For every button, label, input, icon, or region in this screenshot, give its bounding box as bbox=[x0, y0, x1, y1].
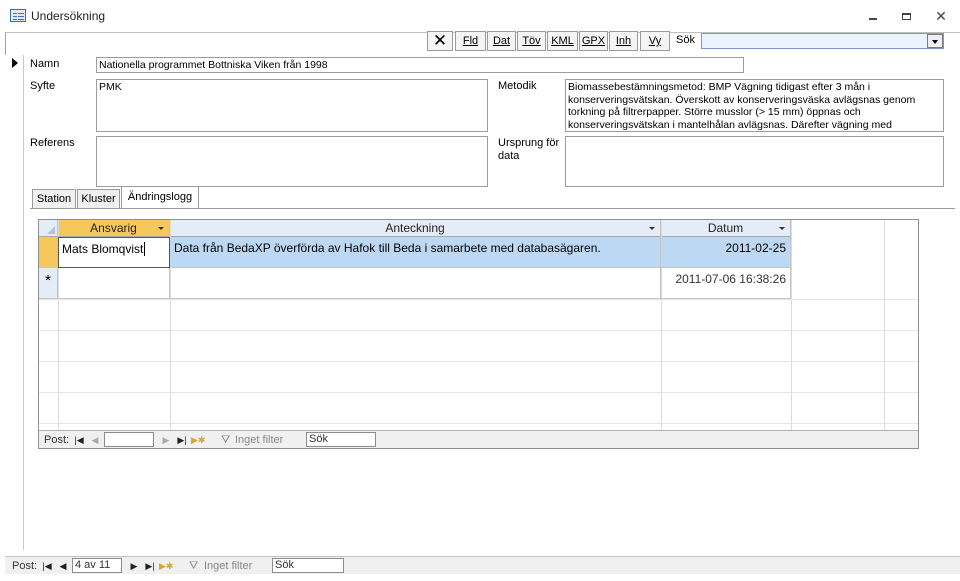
filter-status[interactable]: Inget filter bbox=[204, 560, 252, 572]
ursprung-field[interactable] bbox=[565, 136, 944, 187]
form-icon bbox=[10, 9, 26, 22]
last-record-button[interactable]: ▶| bbox=[144, 559, 156, 573]
anteckning-cell[interactable] bbox=[170, 268, 661, 299]
tab-station[interactable]: Station bbox=[32, 189, 76, 209]
tab-andringslogg[interactable]: Ändringslogg bbox=[121, 186, 199, 209]
namn-label: Namn bbox=[30, 58, 60, 70]
metodik-field[interactable]: Biomassebestämningsmetod: BMP Vägning ti… bbox=[565, 79, 944, 132]
restore-button[interactable] bbox=[893, 6, 919, 26]
filter-status[interactable]: Inget filter bbox=[235, 434, 283, 446]
tab-divider bbox=[30, 208, 955, 209]
close-form-button[interactable]: ✕ bbox=[427, 31, 453, 51]
fld-button[interactable]: Fld bbox=[455, 31, 486, 51]
post-label: Post: bbox=[44, 434, 70, 446]
ansvarig-cell[interactable]: Mats Blomqvist bbox=[58, 237, 170, 268]
inh-button[interactable]: Inh bbox=[609, 31, 638, 51]
search-combo-input[interactable] bbox=[701, 33, 944, 49]
next-record-button[interactable]: ▶ bbox=[160, 433, 172, 447]
tov-button[interactable]: Töv bbox=[517, 31, 546, 51]
title-bar bbox=[0, 0, 960, 32]
record-number-input[interactable] bbox=[104, 432, 154, 447]
anteckning-cell[interactable]: Data från BedaXP överförda av Hafok till… bbox=[170, 237, 661, 268]
previous-record-button[interactable]: ◀ bbox=[89, 433, 101, 447]
syfte-label: Syfte bbox=[30, 80, 56, 92]
chevron-down-icon[interactable] bbox=[158, 227, 164, 230]
last-record-button[interactable]: ▶| bbox=[176, 433, 188, 447]
combo-dropdown-button[interactable] bbox=[927, 34, 943, 48]
corner-triangle-icon bbox=[47, 226, 55, 234]
new-record-marker[interactable]: * bbox=[39, 268, 58, 299]
column-header-anteckning[interactable]: Anteckning bbox=[170, 220, 661, 237]
new-record-icon[interactable]: ▶✱ bbox=[191, 433, 205, 447]
chevron-down-icon[interactable] bbox=[649, 227, 655, 230]
column-header-label: Ansvarig bbox=[90, 221, 137, 235]
previous-record-button[interactable]: ◀ bbox=[57, 559, 69, 573]
tab-kluster[interactable]: Kluster bbox=[77, 189, 120, 209]
window-close-button[interactable]: ✕ bbox=[928, 6, 954, 26]
select-all-corner[interactable] bbox=[39, 220, 58, 237]
chevron-down-icon[interactable] bbox=[779, 227, 785, 230]
main-search-input[interactable]: Sök bbox=[272, 558, 344, 573]
kml-button[interactable]: KML bbox=[547, 31, 578, 51]
column-header-datum[interactable]: Datum bbox=[661, 220, 791, 237]
record-selector[interactable] bbox=[5, 55, 24, 550]
datum-cell[interactable]: 2011-02-25 bbox=[661, 237, 791, 268]
new-record-row[interactable]: * 2011-07-06 16:38:26 bbox=[39, 268, 791, 299]
gpx-button[interactable]: GPX bbox=[579, 31, 608, 51]
filter-icon: ⛛ bbox=[189, 560, 199, 572]
new-record-icon[interactable]: ▶✱ bbox=[159, 559, 173, 573]
referens-label: Referens bbox=[30, 137, 75, 149]
restore-icon bbox=[901, 13, 911, 21]
window-title: Undersökning bbox=[31, 9, 106, 23]
search-label: Sök bbox=[676, 34, 695, 46]
metodik-label: Metodik bbox=[498, 80, 537, 92]
namn-field[interactable]: Nationella programmet Bottniska Viken fr… bbox=[96, 57, 744, 73]
next-record-button[interactable]: ▶ bbox=[128, 559, 140, 573]
post-label: Post: bbox=[12, 560, 38, 572]
datum-cell[interactable]: 2011-07-06 16:38:26 bbox=[661, 268, 791, 299]
subform-search-input[interactable]: Sök bbox=[306, 432, 376, 447]
minimize-button[interactable] bbox=[860, 6, 886, 26]
ansvarig-cell[interactable] bbox=[58, 268, 170, 299]
vy-button[interactable]: Vy bbox=[640, 31, 670, 51]
current-record-arrow-icon bbox=[12, 58, 18, 68]
close-icon: ✕ bbox=[935, 8, 947, 24]
row-selector[interactable] bbox=[39, 237, 58, 268]
syfte-field[interactable]: PMK bbox=[96, 79, 488, 132]
minimize-icon bbox=[869, 17, 877, 20]
first-record-button[interactable]: |◀ bbox=[73, 433, 85, 447]
main-navigation-bar: Post: |◀ ◀ 4 av 11 ▶ ▶| ▶✱ ⛛ Inget filte… bbox=[5, 556, 960, 574]
text-cursor bbox=[144, 242, 146, 256]
filter-icon: ⛛ bbox=[221, 434, 231, 446]
dat-button[interactable]: Dat bbox=[487, 31, 516, 51]
subform-navigation-bar: Post: |◀ ◀ ▶ ▶| ▶✱ ⛛ Inget filter Sök bbox=[39, 430, 918, 448]
column-header-label: Datum bbox=[707, 221, 744, 235]
table-row[interactable]: Mats Blomqvist Data från BedaXP överförd… bbox=[39, 237, 791, 268]
ursprung-label: Ursprung för data bbox=[498, 137, 560, 162]
first-record-button[interactable]: |◀ bbox=[41, 559, 53, 573]
referens-field[interactable] bbox=[96, 136, 488, 187]
column-header-ansvarig[interactable]: Ansvarig bbox=[58, 220, 170, 237]
datasheet: Ansvarig Anteckning Datum Mats Blomqvist… bbox=[38, 219, 919, 449]
record-number-input[interactable]: 4 av 11 bbox=[72, 558, 122, 573]
close-icon: ✕ bbox=[432, 31, 448, 50]
column-header-label: Anteckning bbox=[385, 221, 445, 235]
